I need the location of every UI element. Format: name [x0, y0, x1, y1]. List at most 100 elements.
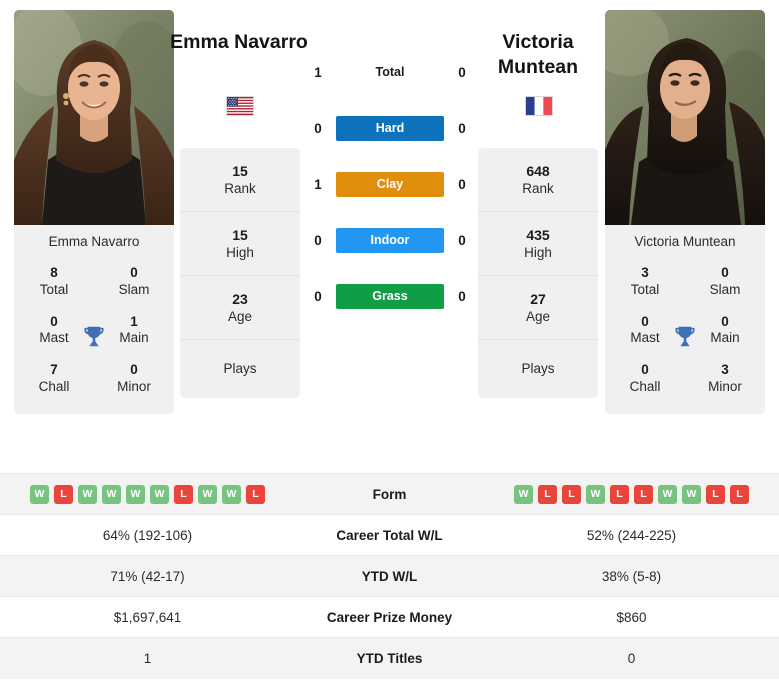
title-stat-value: 8 — [50, 264, 58, 280]
title-stat-cell: 0 Slam — [94, 258, 174, 307]
form-cell-left: WLWWWWLWWL — [0, 473, 295, 515]
row-label-ytd-wl: YTD W/L — [295, 555, 484, 597]
title-stat-cell: 3 Minor — [685, 355, 765, 404]
table-row-career-total-wl: 64% (192-106) Career Total W/L 52% (244-… — [0, 514, 779, 556]
title-stat-value: 3 — [721, 362, 729, 378]
plays-label: Plays — [521, 361, 555, 377]
h2h-surface-row-grass: 0 Grass 0 — [300, 282, 480, 310]
player-card-left[interactable]: Emma Navarro 8 Total 0 Slam 0 Mast 1 Mai… — [14, 10, 174, 415]
high-label: High — [524, 244, 552, 260]
h2h-clay-right: 0 — [458, 176, 466, 192]
rank-card-left: 15 Rank 15 High 23 Age Plays — [180, 148, 300, 398]
h2h-hard-right: 0 — [458, 120, 466, 136]
high-row-right: 435 High — [478, 212, 598, 276]
trophy-icon — [84, 326, 104, 347]
row-label-form: Form — [295, 473, 484, 515]
title-stat-cell: 8 Total — [14, 258, 94, 307]
headline-name-right: Victoria Muntean — [497, 31, 579, 78]
table-row-ytd-wl: 71% (42-17) YTD W/L 38% (5-8) — [0, 555, 779, 597]
form-badge-l: L — [610, 484, 629, 504]
titles-grid-left: 8 Total 0 Slam 0 Mast 1 Main 7 Chall 0 M… — [14, 258, 174, 414]
title-stat-cell: 3 Total — [605, 258, 685, 307]
high-value: 435 — [526, 226, 550, 243]
h2h-total-mid: Total — [336, 63, 444, 81]
surface-badge-indoor[interactable]: Indoor — [336, 227, 444, 253]
h2h-surface-row-clay: 1 Clay 0 — [300, 170, 480, 198]
h2h-indoor-left: 0 — [314, 232, 322, 248]
player-photo-left — [14, 10, 174, 225]
career-total-wl-right: 52% (244-225) — [484, 514, 779, 556]
headline-name-left: Emma Navarro — [170, 31, 308, 53]
ytd-wl-left: 71% (42-17) — [0, 555, 295, 597]
form-badge-l: L — [562, 484, 581, 504]
surface-badge-grass[interactable]: Grass — [336, 283, 444, 309]
rank-value: 648 — [526, 162, 550, 179]
form-badge-l: L — [246, 484, 265, 504]
table-row-career-prize-money: $1,697,641 Career Prize Money $860 — [0, 596, 779, 638]
title-stat-label: Slam — [118, 281, 150, 297]
plays-row-left: Plays — [180, 340, 300, 398]
form-badge-w: W — [126, 484, 145, 504]
title-stat-label: Chall — [38, 379, 70, 395]
row-label-career-prize-money: Career Prize Money — [295, 596, 484, 638]
age-row-left: 23 Age — [180, 276, 300, 340]
title-stat-label: Slam — [709, 281, 741, 297]
rank-label: Rank — [522, 180, 554, 196]
age-label: Age — [525, 308, 551, 324]
form-badge-w: W — [30, 484, 49, 504]
player-photo-right — [605, 10, 765, 225]
ytd-wl-right: 38% (5-8) — [484, 555, 779, 597]
form-badge-l: L — [634, 484, 653, 504]
form-badge-l: L — [538, 484, 557, 504]
title-stat-value: 0 — [641, 362, 649, 378]
surface-badge-clay[interactable]: Clay — [336, 171, 444, 197]
h2h-indoor-right: 0 — [458, 232, 466, 248]
head-to-head-panel: 1 Total 0 0 Hard 0 1 Clay 0 0 Indoor 0 0… — [300, 58, 480, 310]
h2h-grass-mid: Grass — [336, 283, 444, 309]
high-label: High — [226, 244, 254, 260]
form-badge-w: W — [78, 484, 97, 504]
title-stat-value: 0 — [721, 264, 729, 280]
title-stat-cell: 0 Slam — [685, 258, 765, 307]
h2h-grass-left: 0 — [314, 288, 322, 304]
title-stat-cell: 7 Chall — [14, 355, 94, 404]
titles-grid-right: 3 Total 0 Slam 0 Mast 0 Main 0 Chall 3 M… — [605, 258, 765, 414]
form-badge-l: L — [706, 484, 725, 504]
ytd-titles-left: 1 — [0, 637, 295, 679]
age-value: 27 — [530, 290, 546, 307]
form-badge-w: W — [198, 484, 217, 504]
h2h-grass-right: 0 — [458, 288, 466, 304]
age-value: 23 — [232, 290, 248, 307]
h2h-total-row: 1 Total 0 — [300, 58, 480, 86]
form-badge-l: L — [174, 484, 193, 504]
fr-flag-icon — [525, 96, 553, 116]
player-name-right: Victoria Muntean — [634, 234, 736, 249]
h2h-total-right: 0 — [458, 64, 466, 80]
surface-badge-hard[interactable]: Hard — [336, 115, 444, 141]
career-prize-money-left: $1,697,641 — [0, 596, 295, 638]
form-badge-w: W — [514, 484, 533, 504]
form-badge-w: W — [222, 484, 241, 504]
h2h-indoor-mid: Indoor — [336, 227, 444, 253]
title-stat-label: Minor — [117, 379, 151, 395]
career-prize-money-right: $860 — [484, 596, 779, 638]
row-label-ytd-titles: YTD Titles — [295, 637, 484, 679]
player-card-right[interactable]: Victoria Muntean 3 Total 0 Slam 0 Mast 0… — [605, 10, 765, 415]
rank-card-right: 648 Rank 435 High 27 Age Plays — [478, 148, 598, 398]
high-value: 15 — [232, 226, 248, 243]
title-stat-label: Total — [39, 281, 69, 297]
rank-value: 15 — [232, 162, 248, 179]
career-total-wl-left: 64% (192-106) — [0, 514, 295, 556]
age-row-right: 27 Age — [478, 276, 598, 340]
form-cell-right: WLLWLLWWLL — [484, 473, 779, 515]
high-row-left: 15 High — [180, 212, 300, 276]
h2h-clay-left: 1 — [314, 176, 322, 192]
form-badge-w: W — [102, 484, 121, 504]
us-flag-icon — [226, 96, 254, 116]
h2h-total-label: Total — [375, 65, 405, 79]
title-stat-value: 0 — [130, 264, 138, 280]
rank-row-left: 15 Rank — [180, 148, 300, 212]
trophy-icon — [675, 326, 695, 347]
h2h-hard-mid: Hard — [336, 115, 444, 141]
form-badges-right: WLLWLLWWLL — [485, 484, 778, 504]
